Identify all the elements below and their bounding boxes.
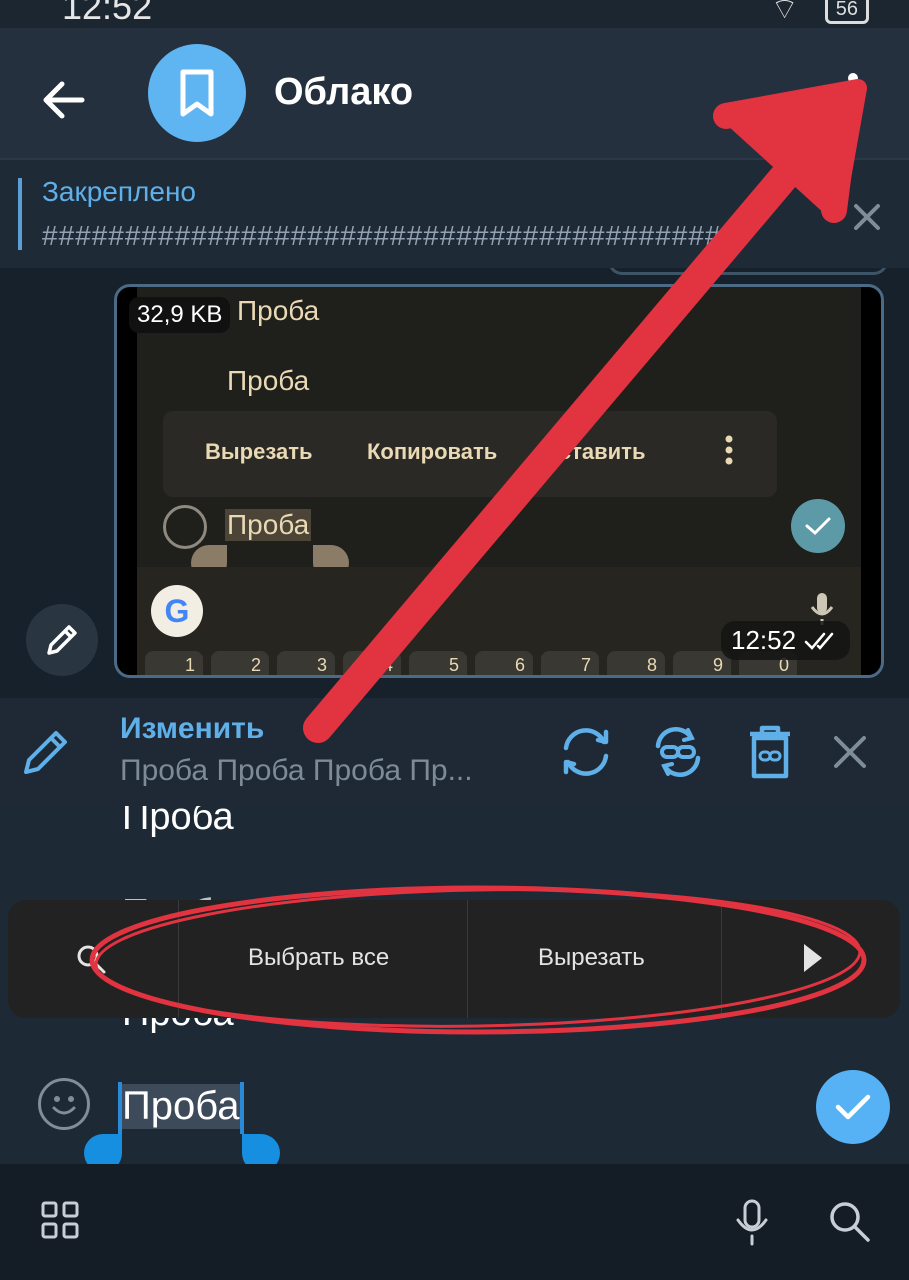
number-key-row: 1 2 3 4 5 6 7 8 9 0 [145, 651, 797, 675]
pinned-message-bar[interactable]: Закреплено #############################… [0, 158, 909, 270]
selected-text[interactable]: Проба [118, 1084, 244, 1129]
avatar[interactable] [148, 44, 246, 142]
image-menu-paste: Вставить [543, 439, 646, 464]
selection-handle-end[interactable] [242, 1134, 280, 1164]
status-bar: 12:52 ⌔ 56 [0, 0, 909, 28]
edit-message-bar: Изменить Проба Проба Проба Пр... [0, 698, 909, 806]
pinned-title: Закреплено [42, 176, 196, 207]
check-icon [791, 499, 845, 553]
message-time: 12:52 [731, 625, 797, 655]
grid-icon [41, 1201, 79, 1239]
toolbar-divider [178, 900, 179, 1018]
pencil-icon [47, 625, 77, 655]
selection-cursor-start [118, 1082, 122, 1134]
delete-media-button[interactable] [740, 722, 800, 782]
image-text: Проба [237, 295, 320, 326]
selection-handle-start[interactable] [84, 1134, 122, 1164]
message-time-badge: 12:52 [721, 621, 851, 660]
number-key: 7 [541, 651, 599, 675]
back-button[interactable] [36, 72, 92, 128]
number-key: 9 [673, 651, 731, 675]
google-logo-icon: G [151, 585, 203, 637]
edit-fab-button[interactable] [26, 604, 98, 676]
image-message[interactable]: Проба Проба Вырезать Копировать Вставить… [114, 284, 884, 678]
image-context-menu: Вырезать Копировать Вставить [163, 411, 777, 497]
back-arrow-icon [43, 81, 85, 119]
selection-cursor-end [240, 1082, 244, 1134]
image-selected-text: Проба [225, 509, 312, 541]
more-vertical-icon [848, 73, 858, 115]
pinned-close-button[interactable] [850, 200, 884, 234]
search-button[interactable] [826, 1198, 872, 1249]
emoji-icon [52, 1096, 76, 1115]
number-key: 6 [475, 651, 533, 675]
toolbar-divider [467, 900, 468, 1018]
previous-message-bubble [608, 268, 888, 275]
number-key: 1 [145, 651, 203, 675]
status-time: 12:52 [62, 0, 153, 27]
pinned-text: ########################################… [42, 220, 739, 251]
number-key: 3 [277, 651, 335, 675]
status-icons: ⌔ 56 [771, 0, 869, 28]
number-key: 5 [409, 651, 467, 675]
save-edit-button[interactable] [816, 1070, 890, 1144]
close-icon [834, 736, 866, 768]
bottom-navigation [0, 1164, 909, 1280]
pencil-icon [20, 726, 72, 778]
check-icon [835, 1094, 871, 1120]
file-size-badge: 32,9 KB [129, 297, 231, 333]
emoji-button[interactable] [38, 1078, 90, 1130]
delete-icon [750, 725, 790, 779]
double-check-icon [804, 632, 834, 650]
input-text-line[interactable]: Проба [122, 806, 234, 839]
close-icon [854, 204, 880, 230]
replace-icon [563, 728, 609, 776]
battery-icon: 56 [824, 0, 869, 24]
play-arrow-icon[interactable] [804, 944, 822, 972]
toolbar-select-all-button[interactable]: Выбрать все [248, 944, 389, 972]
more-menu-button[interactable] [836, 70, 870, 118]
message-image: Проба Проба Вырезать Копировать Вставить… [137, 287, 861, 675]
edit-preview-text: Проба Проба Проба Пр... [120, 754, 473, 787]
emoji-icon [163, 505, 207, 549]
chat-header: Облако [0, 28, 909, 158]
voice-input-button[interactable] [732, 1198, 772, 1251]
bookmark-icon [180, 69, 214, 117]
apps-grid-button[interactable] [40, 1200, 80, 1245]
search-icon [77, 945, 106, 974]
wifi-icon: ⌔ [770, 0, 799, 26]
chat-area: Проба Проба Вырезать Копировать Вставить… [0, 268, 909, 698]
chat-title[interactable]: Облако [274, 71, 413, 114]
number-key: 8 [607, 651, 665, 675]
edit-title: Изменить [120, 712, 265, 745]
image-menu-copy: Копировать [367, 439, 498, 464]
replace-link-button[interactable] [648, 722, 708, 782]
text-selection-toolbar: Выбрать все Вырезать [8, 900, 900, 1018]
replace-media-button[interactable] [556, 722, 616, 782]
toolbar-search-button[interactable] [72, 940, 112, 980]
more-vertical-icon [725, 435, 733, 470]
search-icon [830, 1202, 870, 1242]
image-text: Проба [227, 365, 310, 396]
toolbar-divider [721, 900, 722, 1018]
pinned-accent-line [18, 178, 22, 250]
image-menu-cut: Вырезать [205, 439, 313, 464]
mic-icon [736, 1199, 768, 1246]
toolbar-cut-button[interactable]: Вырезать [538, 944, 645, 972]
cancel-edit-button[interactable] [828, 722, 888, 782]
number-key: 2 [211, 651, 269, 675]
number-key: 4 [343, 651, 401, 675]
link-icon [655, 727, 701, 777]
